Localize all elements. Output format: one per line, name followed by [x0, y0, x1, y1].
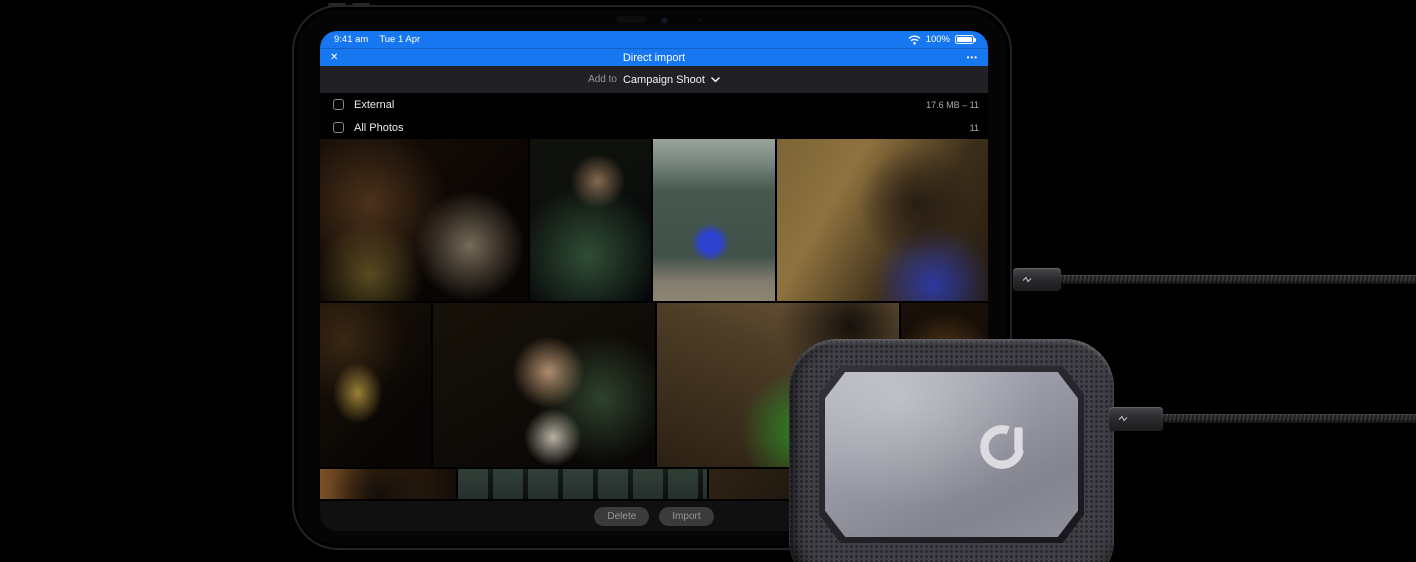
checkbox-external[interactable] — [333, 99, 344, 110]
add-to-album-value[interactable]: Campaign Shoot — [623, 74, 705, 86]
usb-connector-ipad — [1013, 268, 1061, 291]
battery-percent: 100% — [925, 34, 950, 45]
battery-icon — [955, 35, 976, 44]
photo-thumbnail[interactable] — [432, 303, 655, 467]
photo-thumbnail[interactable] — [458, 469, 708, 499]
connector-logo-icon — [1118, 415, 1128, 422]
import-button[interactable]: Import — [659, 506, 714, 526]
connector-logo-icon — [1022, 276, 1032, 282]
source-label: External — [354, 98, 395, 111]
status-bar: 9:41 am Tue 1 Apr 100% — [320, 31, 988, 48]
photo-thumbnail[interactable] — [776, 139, 988, 301]
scene: 9:41 am Tue 1 Apr 100% ✕ Direct import •… — [0, 0, 1416, 562]
top-button — [328, 3, 346, 7]
more-options-button[interactable]: ••• — [967, 49, 978, 66]
source-size-count: 17.6 MB – 11 — [926, 99, 979, 110]
source-row-all-photos[interactable]: All Photos 11 — [320, 116, 988, 139]
page-title: Direct import — [622, 51, 686, 64]
add-to-label: Add to — [588, 74, 617, 85]
close-button[interactable]: ✕ — [330, 49, 338, 66]
chevron-down-icon — [711, 76, 720, 82]
usb-cable-ipad — [1056, 275, 1416, 284]
photo-thumbnail[interactable] — [320, 139, 528, 301]
usb-cable-drive — [1158, 414, 1416, 423]
delete-button[interactable]: Delete — [594, 506, 650, 526]
drive-metal-plate — [825, 372, 1078, 537]
front-camera-module — [616, 16, 646, 23]
photo-thumbnail[interactable] — [529, 139, 652, 301]
source-list: External 17.6 MB – 11 All Photos 11 — [320, 93, 988, 139]
photo-grid-row — [320, 139, 988, 301]
checkbox-all-photos[interactable] — [333, 122, 344, 133]
photo-thumbnail[interactable] — [320, 303, 431, 467]
external-ssd-drive — [789, 339, 1114, 562]
source-label: All Photos — [354, 121, 404, 134]
status-date: Tue 1 Apr — [379, 34, 421, 45]
front-camera-lens — [662, 18, 667, 23]
add-to-bar[interactable]: Add to Campaign Shoot — [320, 66, 988, 93]
g-drive-logo-icon — [980, 425, 1025, 469]
source-count: 11 — [969, 122, 979, 133]
photo-thumbnail[interactable] — [653, 139, 775, 301]
app-header: ✕ Direct import ••• — [320, 48, 988, 66]
photo-thumbnail[interactable] — [320, 469, 457, 499]
source-row-external[interactable]: External 17.6 MB – 11 — [320, 93, 988, 116]
wifi-icon — [908, 35, 921, 45]
volume-button — [352, 3, 370, 7]
status-time: 9:41 am — [334, 34, 369, 45]
ambient-sensor — [698, 19, 701, 22]
usb-connector-drive — [1109, 407, 1163, 431]
